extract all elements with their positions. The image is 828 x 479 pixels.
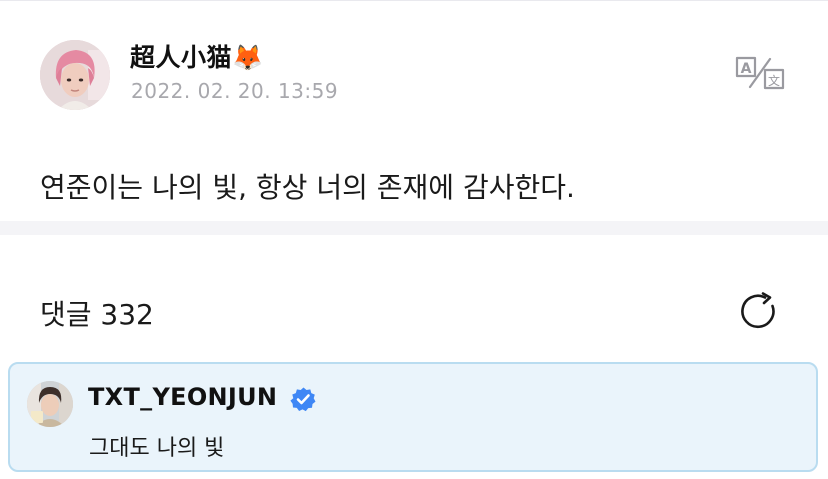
comments-count-label: 댓글 332 — [40, 298, 154, 331]
refresh-button[interactable] — [739, 292, 781, 332]
verified-badge-icon — [290, 386, 316, 412]
top-divider — [0, 0, 828, 1]
highlighted-comment[interactable]: TXT_YEONJUN 그대도 나의 빛 — [8, 362, 818, 472]
post-timestamp: 2022. 02. 20. 13:59 — [131, 79, 339, 103]
verified-badge-shape — [290, 387, 316, 412]
translate-icon: A 文 — [735, 56, 785, 90]
refresh-icon — [741, 292, 775, 329]
comment-text: 그대도 나의 빛 — [89, 436, 225, 461]
avatar-image — [40, 40, 110, 110]
svg-text:A: A — [741, 61, 752, 77]
section-divider — [0, 221, 828, 235]
avatar-image — [27, 381, 73, 427]
author-avatar[interactable] — [40, 40, 110, 110]
comment-author-name[interactable]: TXT_YEONJUN — [88, 383, 277, 411]
author-name[interactable]: 超人小猫🦊 — [130, 38, 264, 74]
post-detail-page: 超人小猫🦊 2022. 02. 20. 13:59 A 文 연준이는 나의 빛,… — [0, 0, 828, 479]
comment-author-avatar[interactable] — [27, 381, 73, 427]
svg-text:文: 文 — [768, 73, 780, 88]
post-body-text: 연준이는 나의 빛, 항상 너의 존재에 감사한다. — [40, 171, 575, 204]
translate-button[interactable]: A 文 — [734, 55, 786, 91]
